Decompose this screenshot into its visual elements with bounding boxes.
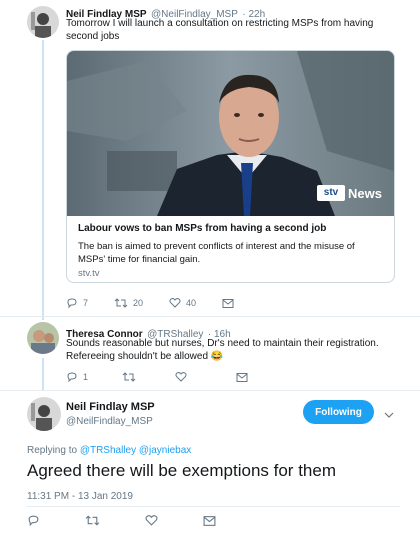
emoji: 😂 bbox=[210, 351, 224, 362]
like-button[interactable]: 40 bbox=[169, 297, 196, 309]
card-description: The ban is aimed to prevent conflicts of… bbox=[78, 241, 355, 265]
retweet-icon bbox=[122, 372, 136, 382]
like-icon bbox=[145, 515, 158, 526]
like-count: 40 bbox=[186, 298, 197, 308]
dm-icon bbox=[203, 515, 216, 526]
reply-button[interactable]: 1 bbox=[66, 371, 88, 383]
reply-icon bbox=[28, 515, 39, 527]
divider bbox=[27, 506, 400, 507]
following-button[interactable]: Following bbox=[303, 400, 374, 424]
divider bbox=[0, 316, 420, 317]
tweet-text: Sounds reasonable but nurses, Dr's need … bbox=[66, 337, 386, 363]
retweet-button[interactable] bbox=[122, 371, 141, 383]
retweet-count: 20 bbox=[133, 298, 144, 308]
more-menu-button[interactable] bbox=[384, 406, 394, 424]
avatar[interactable] bbox=[27, 397, 61, 431]
reply-count: 7 bbox=[83, 298, 89, 308]
reply-button[interactable] bbox=[27, 514, 45, 527]
like-button[interactable] bbox=[145, 514, 163, 527]
timestamp[interactable]: 11:31 PM - 13 Jan 2019 bbox=[27, 491, 133, 502]
card-image: stv News bbox=[67, 51, 394, 216]
dm-button[interactable] bbox=[236, 372, 253, 383]
reply-icon bbox=[67, 372, 77, 383]
retweet-button[interactable]: 20 bbox=[114, 297, 143, 309]
thread-line bbox=[42, 358, 44, 390]
chevron-down-icon bbox=[384, 412, 394, 418]
dm-button[interactable] bbox=[203, 515, 221, 527]
avatar[interactable] bbox=[27, 322, 59, 354]
mention-link[interactable]: @jayniebax bbox=[139, 445, 191, 456]
link-card[interactable]: stv News Labour vows to ban MSPs from ha… bbox=[66, 50, 395, 283]
tweet-text: Tomorrow I will launch a consultation on… bbox=[66, 18, 374, 42]
reply-count: 1 bbox=[83, 372, 89, 382]
card-logo-text: News bbox=[348, 185, 382, 201]
replying-prefix: Replying to bbox=[27, 445, 78, 456]
reply-button[interactable]: 7 bbox=[66, 297, 88, 309]
card-host: stv.tv bbox=[78, 268, 100, 279]
retweet-button[interactable] bbox=[85, 514, 105, 527]
like-button[interactable] bbox=[175, 371, 192, 383]
main-tweet-text: Agreed there will be exemptions for them bbox=[27, 461, 336, 480]
retweet-icon bbox=[85, 515, 100, 526]
like-icon bbox=[175, 372, 187, 382]
reply-icon bbox=[67, 298, 77, 309]
mention-link[interactable]: @TRShalley bbox=[80, 445, 136, 456]
author-handle[interactable]: @NeilFindlay_MSP bbox=[66, 416, 153, 427]
stv-news-logo: stv News bbox=[317, 185, 382, 201]
retweet-icon bbox=[114, 298, 128, 308]
thread-line bbox=[42, 40, 44, 320]
replying-to: Replying to @TRShalley @jayniebax bbox=[27, 445, 191, 456]
card-title: Labour vows to ban MSPs from having a se… bbox=[78, 223, 327, 234]
dm-icon bbox=[222, 298, 234, 308]
dm-icon bbox=[236, 372, 248, 382]
author-name[interactable]: Neil Findlay MSP bbox=[66, 401, 155, 413]
avatar[interactable] bbox=[27, 6, 59, 38]
like-icon bbox=[169, 298, 181, 308]
divider bbox=[0, 390, 420, 391]
dm-button[interactable] bbox=[222, 298, 239, 309]
